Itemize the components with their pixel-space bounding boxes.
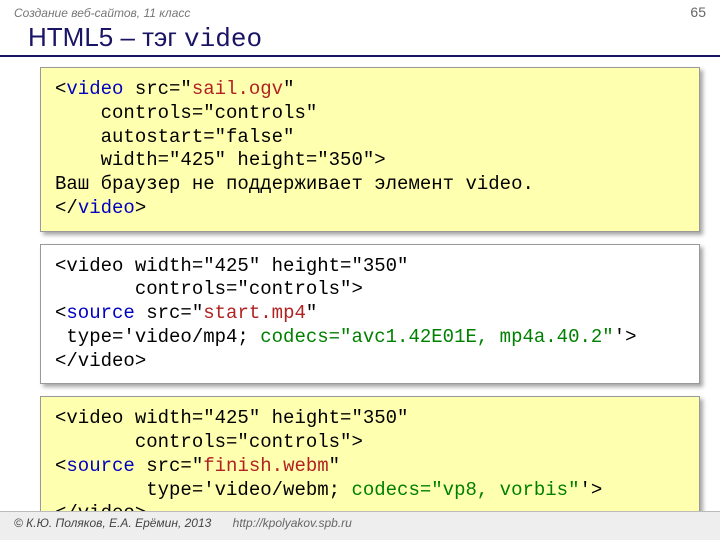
slide-header: Создание веб-сайтов, 11 класс 65: [0, 0, 720, 20]
code-line: autostart="false": [55, 126, 294, 148]
tag-source: source: [66, 302, 134, 324]
lt: <: [55, 78, 66, 100]
fallback-text: Ваш браузер не поддерживает элемент vide…: [55, 173, 534, 195]
attr: src=": [123, 78, 191, 100]
code-block-2: <video width="425" height="350" controls…: [40, 244, 700, 385]
codecs-value: codecs="avc1.42E01E, mp4a.40.2": [260, 326, 613, 348]
src-value: finish.webm: [203, 455, 328, 477]
code-line: controls="controls">: [55, 278, 363, 300]
attr: src=": [135, 455, 203, 477]
q: '>: [614, 326, 637, 348]
q: '>: [580, 479, 603, 501]
src-value: sail.ogv: [192, 78, 283, 100]
tag-source: source: [66, 455, 134, 477]
lt: <: [55, 455, 66, 477]
tag-video: video: [66, 78, 123, 100]
attr: type='video/mp4;: [55, 326, 260, 348]
title-prefix: HTML5 – тэг: [28, 22, 184, 52]
code-line: <video width="425" height="350": [55, 407, 408, 429]
attr: src=": [135, 302, 203, 324]
src-value: start.mp4: [203, 302, 306, 324]
code-line: width="425" height="350">: [55, 149, 386, 171]
code-line: </video>: [55, 350, 146, 372]
lt: </: [55, 197, 78, 219]
code-block-1: <video src="sail.ogv" controls="controls…: [40, 67, 700, 232]
copyright: © К.Ю. Поляков, Е.А. Ерёмин, 2013: [14, 516, 211, 530]
course-name: Создание веб-сайтов, 11 класс: [14, 6, 190, 20]
code-line: <video width="425" height="350": [55, 255, 408, 277]
page-number: 65: [690, 4, 706, 20]
lt: <: [55, 302, 66, 324]
footer-url: http://kpolyakov.spb.ru: [233, 516, 352, 530]
q: ": [283, 78, 294, 100]
title-tag: video: [184, 24, 262, 54]
code-line: controls="controls": [55, 102, 317, 124]
codecs-value: codecs="vp8, vorbis": [351, 479, 579, 501]
tag-video-close: video: [78, 197, 135, 219]
attr: type='video/webm;: [55, 479, 351, 501]
gt: >: [135, 197, 146, 219]
q: ": [306, 302, 317, 324]
slide-title: HTML5 – тэг video: [0, 20, 720, 57]
code-line: controls="controls">: [55, 431, 363, 453]
q: ": [329, 455, 340, 477]
slide-footer: © К.Ю. Поляков, Е.А. Ерёмин, 2013 http:/…: [0, 511, 720, 540]
